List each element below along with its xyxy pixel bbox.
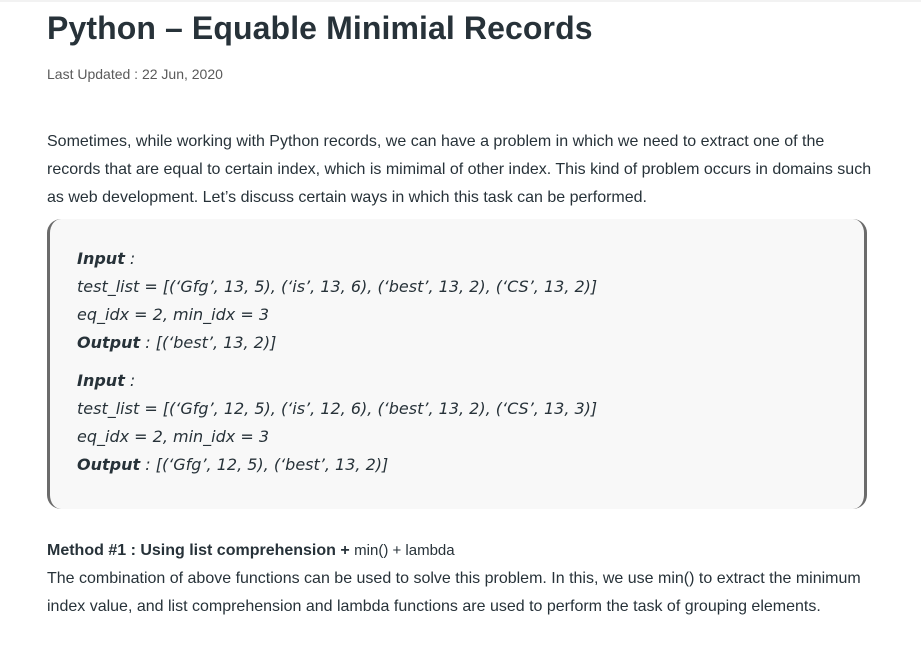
- input-label: Input: [77, 249, 125, 268]
- input-separator: :: [124, 371, 136, 390]
- example-group-2: Input : test_list = [(‘Gfg’, 12, 5), (‘i…: [77, 367, 864, 479]
- top-divider: [0, 0, 921, 2]
- last-updated: Last Updated : 22 Jun, 2020: [47, 66, 223, 82]
- output-value: : [(‘best’, 13, 2)]: [140, 333, 277, 352]
- input-line: Input :: [77, 367, 864, 395]
- params-line: eq_idx = 2, min_idx = 3: [77, 427, 269, 446]
- output-line: Output : [(‘Gfg’, 12, 5), (‘best’, 13, 2…: [77, 451, 864, 479]
- input-line: Input :: [77, 245, 864, 273]
- example-block: Input : test_list = [(‘Gfg’, 13, 5), (‘i…: [47, 219, 867, 509]
- output-label: Output: [77, 455, 141, 474]
- output-value: : [(‘Gfg’, 12, 5), (‘best’, 13, 2)]: [140, 455, 389, 474]
- input-separator: :: [124, 249, 136, 268]
- article-title: Python – Equable Minimial Records: [47, 10, 593, 46]
- article-page: Python – Equable Minimial Records Last U…: [0, 0, 921, 666]
- test-list-line: test_list = [(‘Gfg’, 13, 5), (‘is’, 13, …: [77, 277, 598, 296]
- input-label: Input: [77, 371, 125, 390]
- method-description: The combination of above functions can b…: [47, 570, 861, 615]
- test-list-line: test_list = [(‘Gfg’, 12, 5), (‘is’, 12, …: [77, 399, 598, 418]
- intro-paragraph: Sometimes, while working with Python rec…: [47, 133, 872, 206]
- example-group-1: Input : test_list = [(‘Gfg’, 13, 5), (‘i…: [77, 245, 864, 357]
- method-heading-code: min() + lambda: [354, 542, 455, 559]
- output-line: Output : [(‘best’, 13, 2)]: [77, 329, 864, 357]
- method-heading: Method #1 : Using list comprehension + m…: [47, 539, 455, 563]
- params-line: eq_idx = 2, min_idx = 3: [77, 305, 269, 324]
- output-label: Output: [77, 333, 141, 352]
- method-heading-text: Method #1 : Using list comprehension +: [47, 542, 355, 559]
